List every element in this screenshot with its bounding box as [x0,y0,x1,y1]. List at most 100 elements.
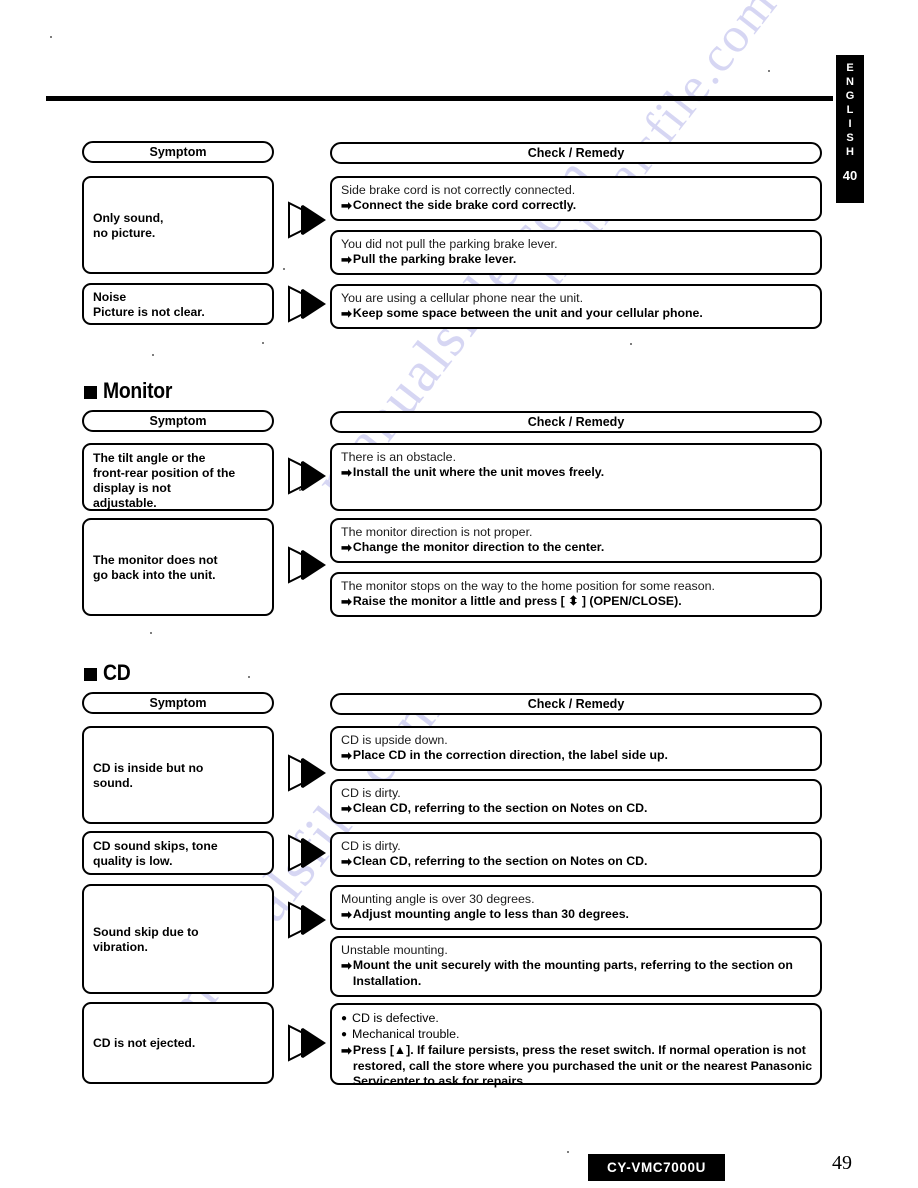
symptom-cell: Sound skip due to vibration. [82,884,274,994]
remedy-cell: You did not pull the parking brake lever… [330,230,822,275]
symptom-cell: Noise Picture is not clear. [82,283,274,325]
arrow-right-icon: ➡ [341,748,352,763]
cause-text: You are using a cellular phone near the … [341,291,584,305]
arrow-right-icon: ➡ [341,465,352,480]
cause-text: Unstable mounting. [341,943,448,957]
flow-arrow-icon [286,197,328,243]
symptom-text: The tilt angle or the front-rear positio… [93,451,236,510]
remedy-text-row: ➡ Mount the unit securely with the mount… [341,958,813,989]
remedy-text-row: ➡ Keep some space between the unit and y… [341,306,813,322]
symptom-column-header: Symptom [82,410,274,432]
remedy-text-row: ➡ Clean CD, referring to the section on … [341,854,813,870]
remedy-cell: Side brake cord is not correctly connect… [330,176,822,221]
manual-page: manualsfile.com manualsfile.com manualsf… [0,0,918,1188]
cause-text: CD is upside down. [341,733,448,747]
symptom-text: The monitor does not go back into the un… [93,552,218,582]
arrow-right-icon: ➡ [341,252,352,267]
lang-char: S [846,132,854,144]
symptom-text: CD is inside but no sound. [93,760,204,790]
lang-char: I [848,118,852,130]
arrow-right-icon: ➡ [341,907,352,922]
symptom-column-header: Symptom [82,692,274,714]
remedy-text: Change the monitor direction to the cent… [352,540,605,554]
symptom-text: CD sound skips, tone quality is low. [93,838,218,868]
symptom-column-header: Symptom [82,141,274,163]
symptom-cell: CD is not ejected. [82,1002,274,1084]
cause-text: You did not pull the parking brake lever… [341,237,558,251]
model-number-badge: CY-VMC7000U [588,1154,725,1181]
cause-text: Mounting angle is over 30 degrees. [341,892,535,906]
remedy-cell: CD is dirty. ➡ Clean CD, referring to th… [330,779,822,824]
check-remedy-column-header: Check / Remedy [330,411,822,433]
cause-text: The monitor direction is not proper. [341,525,533,539]
arrow-right-icon: ➡ [341,854,352,869]
remedy-text-row: ➡ Change the monitor direction to the ce… [341,540,813,556]
symptom-cell: CD sound skips, tone quality is low. [82,831,274,875]
check-remedy-column-header: Check / Remedy [330,142,822,164]
language-side-tab: E N G L I S H 40 [836,55,864,203]
cause-text: Side brake cord is not correctly connect… [341,183,576,197]
symptom-cell: Only sound, no picture. [82,176,274,274]
arrow-right-icon: ➡ [341,958,352,973]
lang-char: L [846,104,854,116]
symptom-text: Only sound, no picture. [93,210,164,240]
side-tab-page-label: 40 [842,168,858,183]
remedy-text: Press [▲]. If failure persists, press th… [352,1043,813,1088]
lang-char: H [846,146,854,158]
section-title: CD [103,660,131,685]
arrow-right-icon: ➡ [341,306,352,321]
list-item: ● Mechanical trouble. [341,1027,813,1043]
cause-text: CD is dirty. [341,839,401,853]
cause-text: The monitor stops on the way to the home… [341,579,715,593]
header-rule [46,96,833,101]
lang-char: G [845,90,855,102]
remedy-cell: Mounting angle is over 30 degrees. ➡ Adj… [330,885,822,930]
flow-arrow-icon [286,750,328,796]
remedy-text: Install the unit where the unit moves fr… [352,465,605,479]
bullet-dot-icon: ● [341,1013,348,1024]
remedy-text-row: ➡ Pull the parking brake lever. [341,252,813,268]
remedy-text: Clean CD, referring to the section on No… [352,854,648,868]
cause-text: CD is dirty. [341,786,401,800]
section-title: Monitor [103,378,173,403]
symptom-cell: The tilt angle or the front-rear positio… [82,443,274,511]
remedy-text: Place CD in the correction direction, th… [352,748,668,762]
flow-arrow-icon [286,281,328,327]
remedy-cell: ● CD is defective. ● Mechanical trouble.… [330,1003,822,1088]
remedy-text: Keep some space between the unit and you… [352,306,703,320]
remedy-text-row: ➡ Adjust mounting angle to less than 30 … [341,907,813,923]
remedy-text: Clean CD, referring to the section on No… [352,801,648,815]
symptom-text: Noise Picture is not clear. [93,289,205,319]
flow-arrow-icon [286,453,328,499]
arrow-right-icon: ➡ [341,594,352,609]
remedy-text-row: ➡ Raise the monitor a little and press [… [341,594,813,610]
remedy-text-row: ➡ Install the unit where the unit moves … [341,465,813,481]
remedy-cell: CD is upside down. ➡ Place CD in the cor… [330,726,822,771]
remedy-cell: There is an obstacle. ➡ Install the unit… [330,443,822,511]
arrow-right-icon: ➡ [341,801,352,816]
section-square-icon [84,385,97,399]
section-square-icon [84,667,97,681]
symptom-text: Sound skip due to vibration. [93,924,199,954]
cause-bullet-list: ● CD is defective. ● Mechanical trouble. [341,1011,813,1043]
remedy-cell: The monitor direction is not proper. ➡ C… [330,518,822,563]
arrow-right-icon: ➡ [341,198,352,213]
remedy-text: Adjust mounting angle to less than 30 de… [352,907,629,921]
remedy-text-row: ➡ Connect the side brake cord correctly. [341,198,813,214]
remedy-text: Mount the unit securely with the mountin… [352,958,793,988]
flow-arrow-icon [286,1020,328,1066]
remedy-cell: Unstable mounting. ➡ Mount the unit secu… [330,936,822,997]
remedy-text: Raise the monitor a little and press [ ⬍… [352,594,682,608]
remedy-cell: CD is dirty. ➡ Clean CD, referring to th… [330,832,822,877]
cause-text: Mechanical trouble. [352,1027,460,1041]
remedy-cell: The monitor stops on the way to the home… [330,572,822,617]
arrow-right-icon: ➡ [341,540,352,555]
remedy-text-row: ➡ Press [▲]. If failure persists, press … [341,1043,813,1090]
list-item: ● CD is defective. [341,1011,813,1027]
symptom-text: CD is not ejected. [93,1036,196,1050]
remedy-text: Connect the side brake cord correctly. [352,198,577,212]
page-number: 49 [832,1152,852,1174]
lang-char: E [846,62,854,74]
flow-arrow-icon [286,830,328,876]
lang-char: N [846,76,854,88]
